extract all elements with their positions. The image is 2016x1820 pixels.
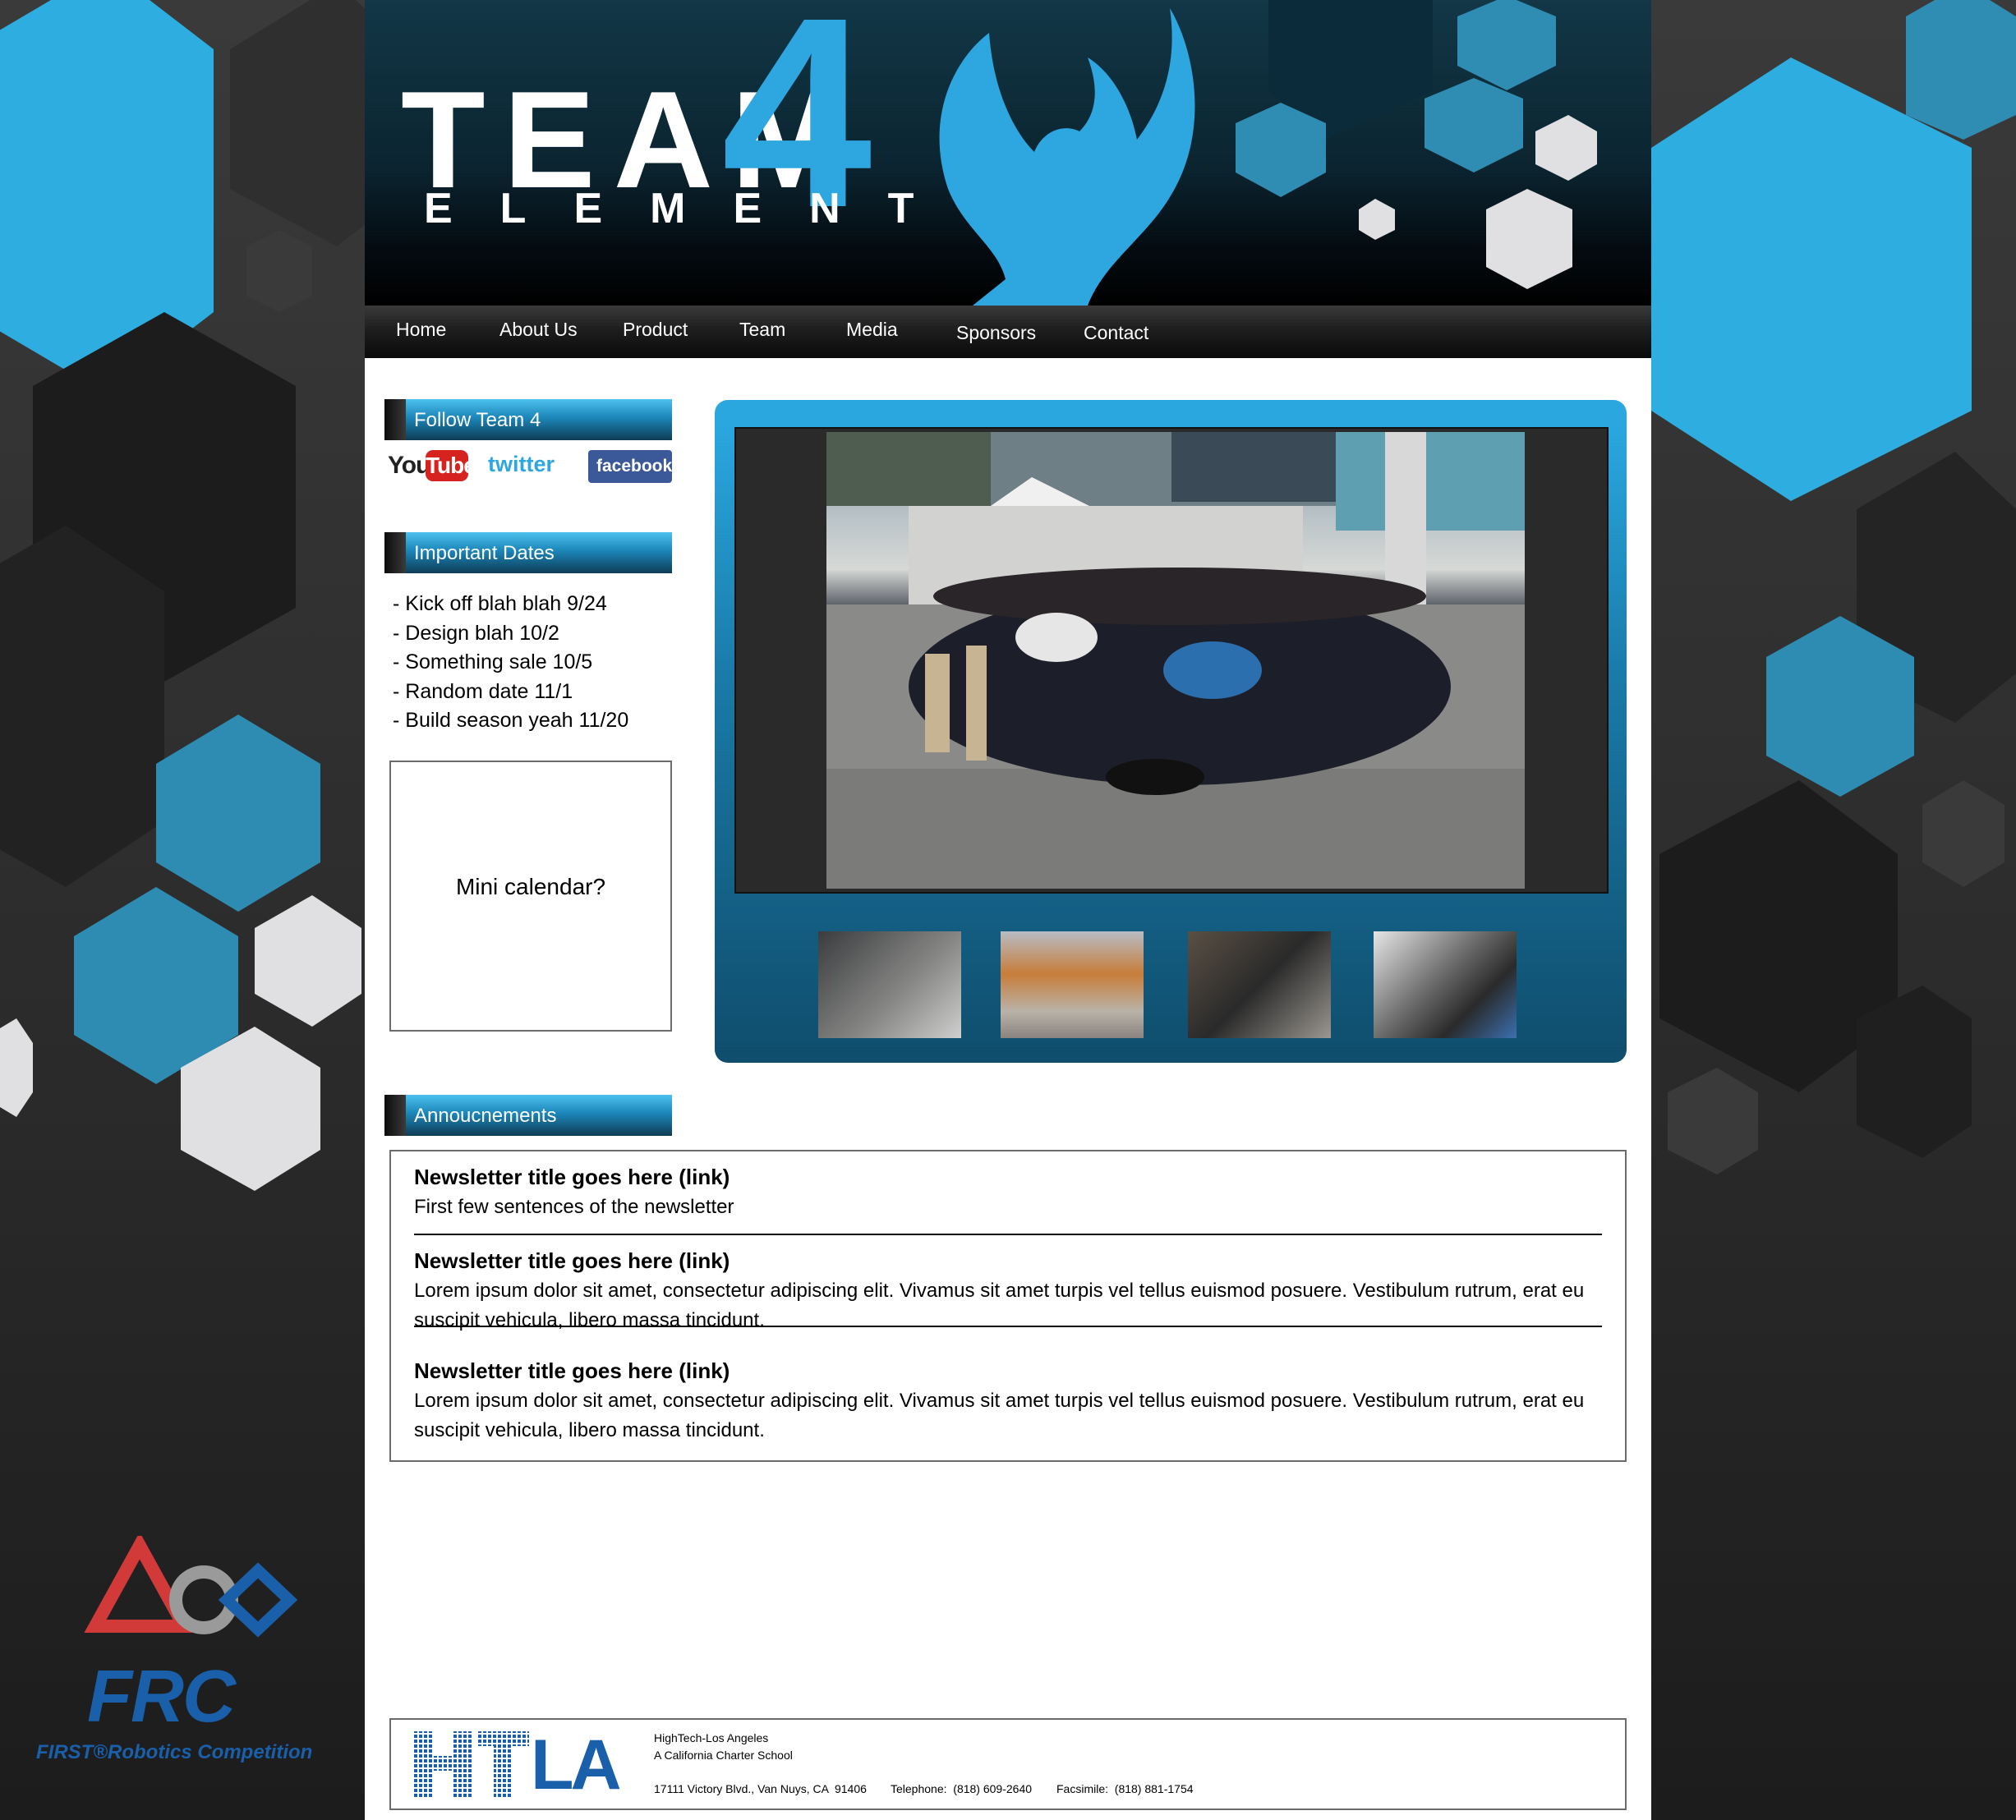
heading-tab: [384, 1095, 406, 1136]
main-photo-frame: [734, 427, 1609, 894]
announcements-heading-label: Annoucnements: [414, 1105, 557, 1127]
twitter-label: twitter: [488, 452, 555, 476]
newsletter-title-link[interactable]: Newsletter title goes here (link): [414, 1165, 730, 1190]
announcements-box: Newsletter title goes here (link) First …: [389, 1150, 1627, 1462]
newsletter-summary: First few sentences of the newsletter: [414, 1196, 734, 1218]
phoenix-icon: [939, 8, 1195, 306]
site-header: TEAM 4 ELEMENT: [365, 0, 1651, 306]
team-photo-image: [826, 432, 1525, 889]
mini-calendar-placeholder: Mini calendar?: [455, 874, 606, 899]
announcements-heading: Annoucnements: [384, 1095, 672, 1136]
nav-about-us[interactable]: About Us: [499, 319, 578, 341]
important-dates-heading: Important Dates: [384, 532, 672, 573]
nav-team[interactable]: Team: [739, 319, 785, 341]
school-type: A California Charter School: [654, 1749, 793, 1762]
facebook-label: facebook: [596, 457, 673, 476]
follow-heading: Follow Team 4: [384, 399, 672, 440]
main-page: TEAM 4 ELEMENT Home About Us Product Tea…: [365, 0, 1651, 1820]
newsletter-title-link[interactable]: Newsletter title goes here (link): [414, 1358, 730, 1384]
main-nav: Home About Us Product Team Media Sponsor…: [365, 306, 1651, 358]
newsletter-summary: Lorem ipsum dolor sit amet, consectetur …: [414, 1390, 1585, 1441]
thumbnail-1[interactable]: [818, 931, 961, 1038]
school-facsimile: Facsimile: (818) 881-1754: [1056, 1782, 1194, 1795]
nav-home[interactable]: Home: [396, 319, 446, 341]
facebook-link[interactable]: facebook: [588, 450, 672, 483]
nav-media[interactable]: Media: [846, 319, 898, 341]
date-item: - Build season yeah 11/20: [393, 709, 629, 732]
thumbnail-4[interactable]: [1374, 931, 1517, 1038]
newsletter-title-link[interactable]: Newsletter title goes here (link): [414, 1248, 730, 1274]
date-item: - Random date 11/1: [393, 679, 573, 703]
thumbnail-2[interactable]: [1001, 931, 1144, 1038]
heading-tab: [384, 399, 406, 440]
frc-logo-text: FRC: [87, 1656, 236, 1738]
site-footer: LA HighTech-Los Angeles A California Cha…: [389, 1718, 1627, 1810]
important-dates-list: - Kick off blah blah 9/24 - Design blah …: [393, 590, 628, 736]
divider: [414, 1234, 1602, 1235]
youtube-tube-badge: Tube: [426, 450, 476, 481]
logo-element-text: ELEMENT: [424, 185, 962, 232]
nav-sponsors[interactable]: Sponsors: [956, 322, 1036, 344]
frc-subtitle: FIRST®Robotics Competition: [36, 1741, 313, 1763]
date-item: - Kick off blah blah 9/24: [393, 592, 607, 615]
htla-logo: LA: [414, 1726, 629, 1804]
important-dates-heading-label: Important Dates: [414, 542, 555, 564]
nav-product[interactable]: Product: [623, 319, 688, 341]
photo-slideshow: [715, 400, 1627, 1063]
heading-tab: [384, 532, 406, 573]
school-name: HighTech-Los Angeles: [654, 1731, 769, 1744]
twitter-link[interactable]: twitter: [488, 450, 570, 483]
nav-contact[interactable]: Contact: [1084, 322, 1148, 344]
school-address: 17111 Victory Blvd., Van Nuys, CA 91406: [654, 1782, 867, 1795]
mini-calendar[interactable]: Mini calendar?: [389, 761, 672, 1032]
youtube-you-label: You: [388, 452, 430, 479]
thumbnail-3[interactable]: [1188, 931, 1331, 1038]
divider: [414, 1326, 1602, 1327]
school-telephone: Telephone: (818) 609-2640: [891, 1782, 1033, 1795]
youtube-link[interactable]: You Tube: [388, 450, 476, 483]
team-group-photo[interactable]: [826, 432, 1525, 889]
follow-heading-label: Follow Team 4: [414, 409, 541, 431]
htla-logo-la: LA: [531, 1726, 622, 1804]
date-item: - Something sale 10/5: [393, 650, 593, 673]
date-item: - Design blah 10/2: [393, 621, 559, 645]
